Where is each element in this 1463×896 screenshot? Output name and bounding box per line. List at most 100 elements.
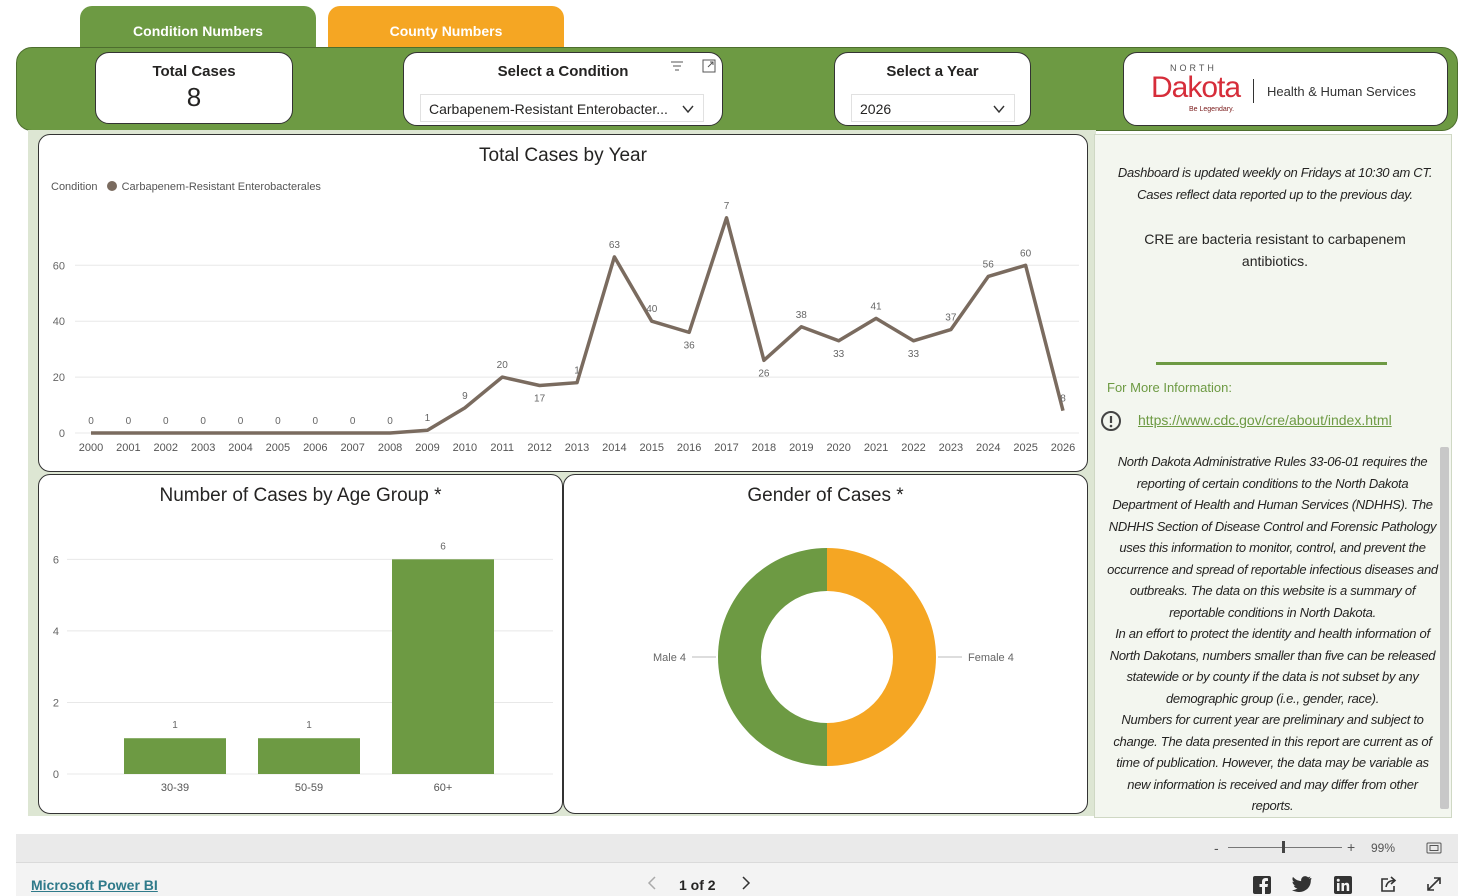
condition-dropdown-value: Carbapenem-Resistant Enterobacter... [429, 101, 668, 117]
data-label: 20 [497, 360, 509, 371]
total-cases-label: Total Cases [152, 63, 236, 80]
zoom-slider[interactable] [1228, 847, 1342, 848]
x-tick-label: 2020 [826, 442, 850, 454]
year-dropdown[interactable]: 2026 [851, 94, 1015, 122]
x-tick-label: 2001 [116, 442, 140, 454]
x-tick-label: 2004 [228, 442, 252, 454]
series-line [91, 216, 1065, 435]
x-tick-label: 2018 [752, 442, 776, 454]
data-label: 9 [462, 391, 468, 402]
tab-condition-numbers[interactable]: Condition Numbers [80, 6, 316, 50]
info-icon [1101, 411, 1121, 431]
data-label: 36 [684, 340, 696, 351]
tab-county-numbers[interactable]: County Numbers [328, 6, 564, 50]
data-label: 1 [172, 720, 178, 731]
condition-slicer: Select a Condition Carbapenem-Resistant … [403, 52, 723, 126]
x-tick-label: 2025 [1013, 442, 1037, 454]
page-indicator: 1 of 2 [679, 877, 716, 893]
x-tick-label: 2022 [901, 442, 925, 454]
y-tick-label: 2 [53, 697, 59, 709]
x-tick-label: 2011 [490, 442, 514, 454]
condition-dropdown[interactable]: Carbapenem-Resistant Enterobacter... [420, 94, 704, 122]
linkedin-icon[interactable] [1334, 876, 1352, 894]
cases-by-age-group-chart: Number of Cases by Age Group * 0 2 4 6 1 30-3… [38, 474, 563, 814]
condition-description: CRE are bacteria resistant to carbapenem… [1144, 231, 1406, 269]
y-tick-label: 4 [53, 626, 59, 638]
next-page-icon[interactable] [741, 876, 751, 890]
divider [1156, 362, 1387, 365]
x-tick-label: 2014 [602, 442, 626, 454]
logo-divider [1253, 79, 1254, 103]
data-label: 1 [425, 413, 431, 424]
data-label: 0 [387, 416, 393, 427]
total-cases-card: Total Cases 8 [95, 52, 293, 124]
y-tick-label: 0 [53, 769, 59, 781]
share-icon[interactable] [1380, 876, 1398, 892]
y-tick-label: 20 [53, 372, 65, 384]
data-label: 0 [238, 416, 244, 427]
data-label: 1 [306, 720, 312, 731]
chevron-down-icon [682, 105, 694, 114]
power-bi-link[interactable]: Microsoft Power BI [31, 877, 158, 893]
total-cases-value: 8 [186, 82, 202, 112]
x-tick-label: 2010 [453, 442, 477, 454]
data-label: 41 [871, 301, 883, 312]
previous-page-icon[interactable] [647, 876, 657, 890]
zoom-out-button[interactable]: - [1214, 840, 1219, 856]
data-label: 17 [534, 393, 546, 404]
twitter-icon[interactable] [1292, 876, 1312, 892]
y-tick-label: 6 [53, 554, 59, 566]
logo-org: Health & Human Services [1267, 84, 1416, 99]
data-label: 63 [609, 240, 621, 251]
scrollbar[interactable] [1440, 447, 1449, 809]
bar-chart-svg: 0 2 4 6 1 30-39 1 50-59 6 60+ [53, 541, 553, 794]
rules-paragraph-3: Numbers for current year are preliminary… [1113, 712, 1432, 813]
bar [258, 738, 360, 774]
facebook-icon[interactable] [1253, 876, 1271, 894]
line-chart-svg: 02040602000 2001 2002 2003 2004 2005 2006 2007 2… [53, 201, 1079, 454]
data-label: 6 [440, 541, 446, 552]
data-label: 26 [758, 368, 770, 379]
bar [392, 559, 494, 774]
rules-paragraph-1: North Dakota Administrative Rules 33-06-… [1107, 454, 1438, 620]
filter-icon[interactable] [670, 60, 684, 72]
data-label: 37 [945, 313, 957, 324]
zoom-in-button[interactable]: + [1347, 839, 1355, 855]
logo-dakota: Dakota [1151, 71, 1241, 104]
fit-to-page-icon[interactable] [1426, 842, 1442, 854]
fullscreen-icon[interactable] [1426, 876, 1442, 892]
focus-mode-icon[interactable] [702, 59, 716, 73]
x-tick-label: 2026 [1051, 442, 1075, 454]
x-tick-label: 2023 [939, 442, 963, 454]
x-tick-label: 2007 [340, 442, 364, 454]
rules-paragraph-2: In an effort to protect the identity and… [1109, 626, 1436, 706]
more-info-label: For More Information: [1107, 380, 1232, 395]
x-tick-label: 2013 [565, 442, 589, 454]
donut-chart-svg: Female 4 Male 4 [653, 548, 1014, 766]
x-tick-label: 2024 [976, 442, 1000, 454]
x-tick-label: 2016 [677, 442, 701, 454]
donut-slice [827, 548, 936, 766]
bar [124, 738, 226, 774]
update-note: Dashboard is updated weekly on Fridays a… [1117, 165, 1433, 202]
data-label: 0 [350, 416, 356, 427]
data-label: 1 [574, 366, 580, 377]
data-label: 56 [983, 259, 995, 270]
year-slicer-label: Select a Year [886, 63, 979, 80]
x-tick-label: 2019 [789, 442, 813, 454]
slice-label: Female 4 [968, 652, 1014, 664]
zoom-slider-thumb[interactable] [1282, 841, 1285, 853]
data-label: 33 [908, 349, 920, 360]
x-tick-label: 2000 [79, 442, 103, 454]
x-tick-label: 2017 [714, 442, 738, 454]
data-label: 0 [313, 416, 319, 427]
x-tick-label: 50-59 [295, 782, 323, 794]
x-tick-label: 2002 [154, 442, 178, 454]
data-label: 40 [646, 304, 658, 315]
cdc-link[interactable]: https://www.cdc.gov/cre/about/index.html [1138, 412, 1392, 428]
x-tick-label: 30-39 [161, 782, 189, 794]
rules-text: North Dakota Administrative Rules 33-06-… [1105, 451, 1440, 817]
data-label: 33 [833, 349, 845, 360]
total-cases-by-year-chart: Total Cases by Year Condition Carbapenem… [38, 134, 1088, 472]
chevron-down-icon [993, 105, 1005, 114]
